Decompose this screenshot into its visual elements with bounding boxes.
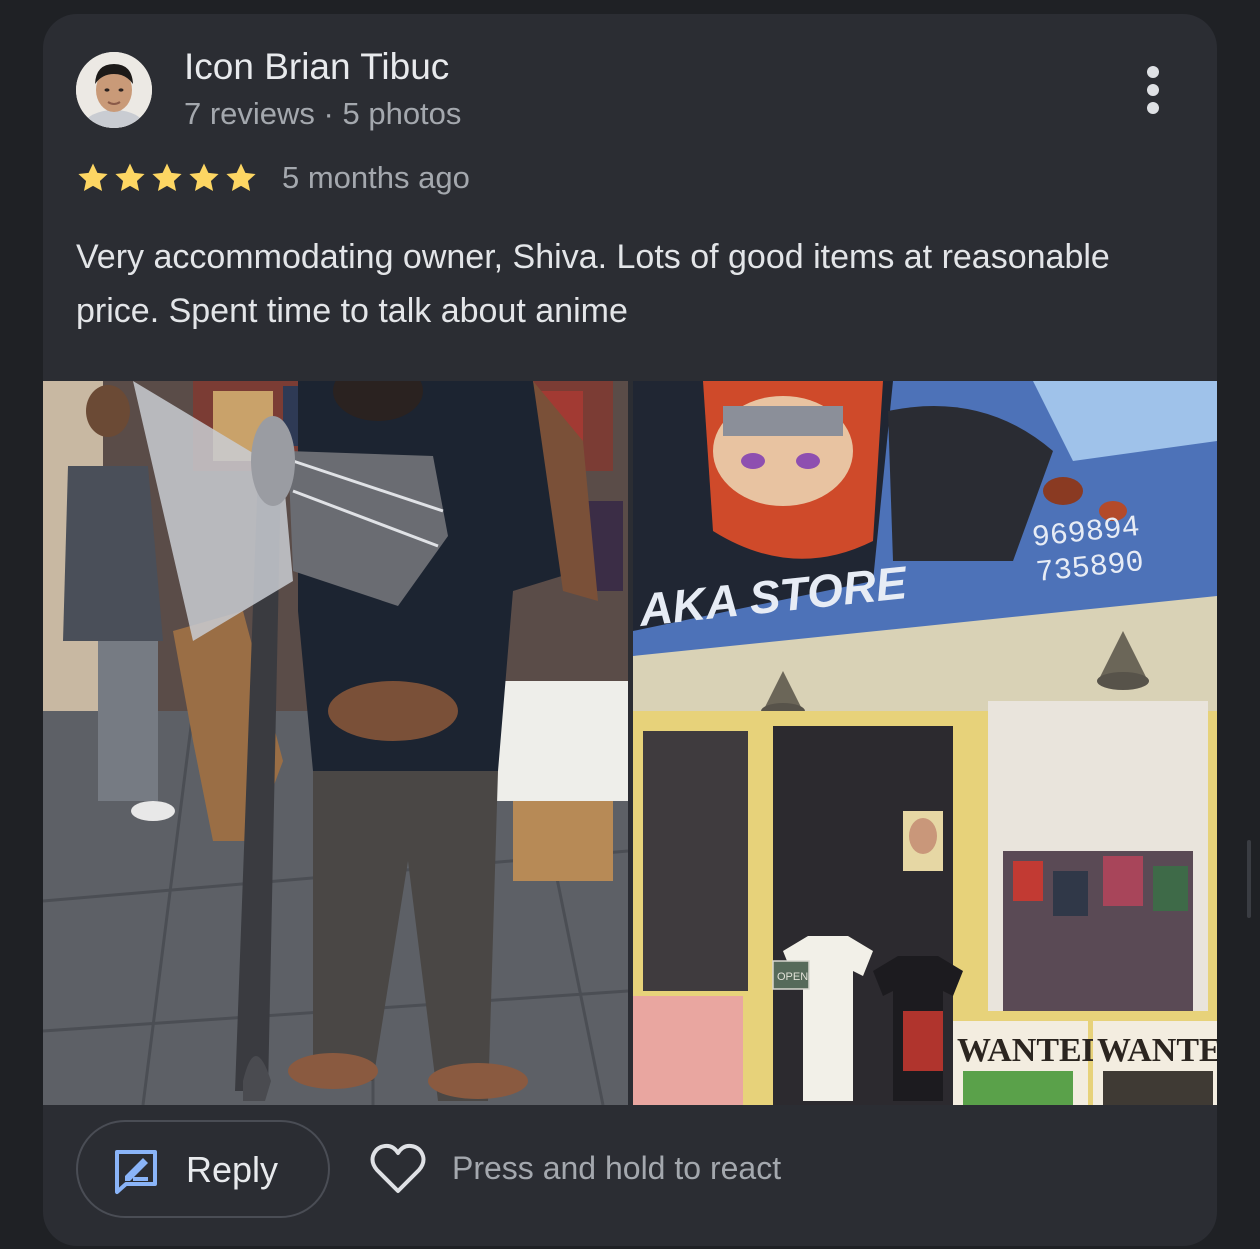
scrollbar-thumb[interactable] <box>1247 840 1251 918</box>
wanted-poster-2: WANTEI <box>1097 1032 1217 1069</box>
star-icon <box>189 163 219 192</box>
star-icon <box>152 163 182 192</box>
reviewer-meta: 7 reviews · 5 photos <box>184 96 462 131</box>
star-rating <box>76 161 258 195</box>
heart-outline-icon <box>370 1143 426 1193</box>
star-icon <box>115 163 145 192</box>
review-time: 5 months ago <box>282 160 470 195</box>
more-vert-icon <box>1147 66 1159 114</box>
open-sign: OPEN <box>777 971 808 983</box>
review-photo-1[interactable] <box>43 381 628 1105</box>
wanted-poster-1: WANTED <box>957 1032 1106 1069</box>
more-options-button[interactable] <box>1133 64 1173 116</box>
reply-button[interactable]: Reply <box>76 1120 330 1218</box>
star-icon <box>226 163 256 192</box>
react-label: Press and hold to react <box>452 1150 782 1186</box>
edit-square-icon <box>115 1150 157 1194</box>
review-card: Icon Brian Tibuc 7 reviews · 5 photos 5 … <box>43 14 1217 1246</box>
react-button[interactable] <box>369 1141 427 1197</box>
reviewer-avatar[interactable] <box>76 52 152 128</box>
star-icon <box>78 163 108 192</box>
reply-label: Reply <box>186 1149 279 1190</box>
review-text: Very accommodating owner, Shiva. Lots of… <box>76 238 1110 330</box>
review-photo-2[interactable]: AKA STORE 969894 735890 OPEN WANTED WANT… <box>633 381 1217 1105</box>
reviewer-name[interactable]: Icon Brian Tibuc <box>184 46 449 88</box>
